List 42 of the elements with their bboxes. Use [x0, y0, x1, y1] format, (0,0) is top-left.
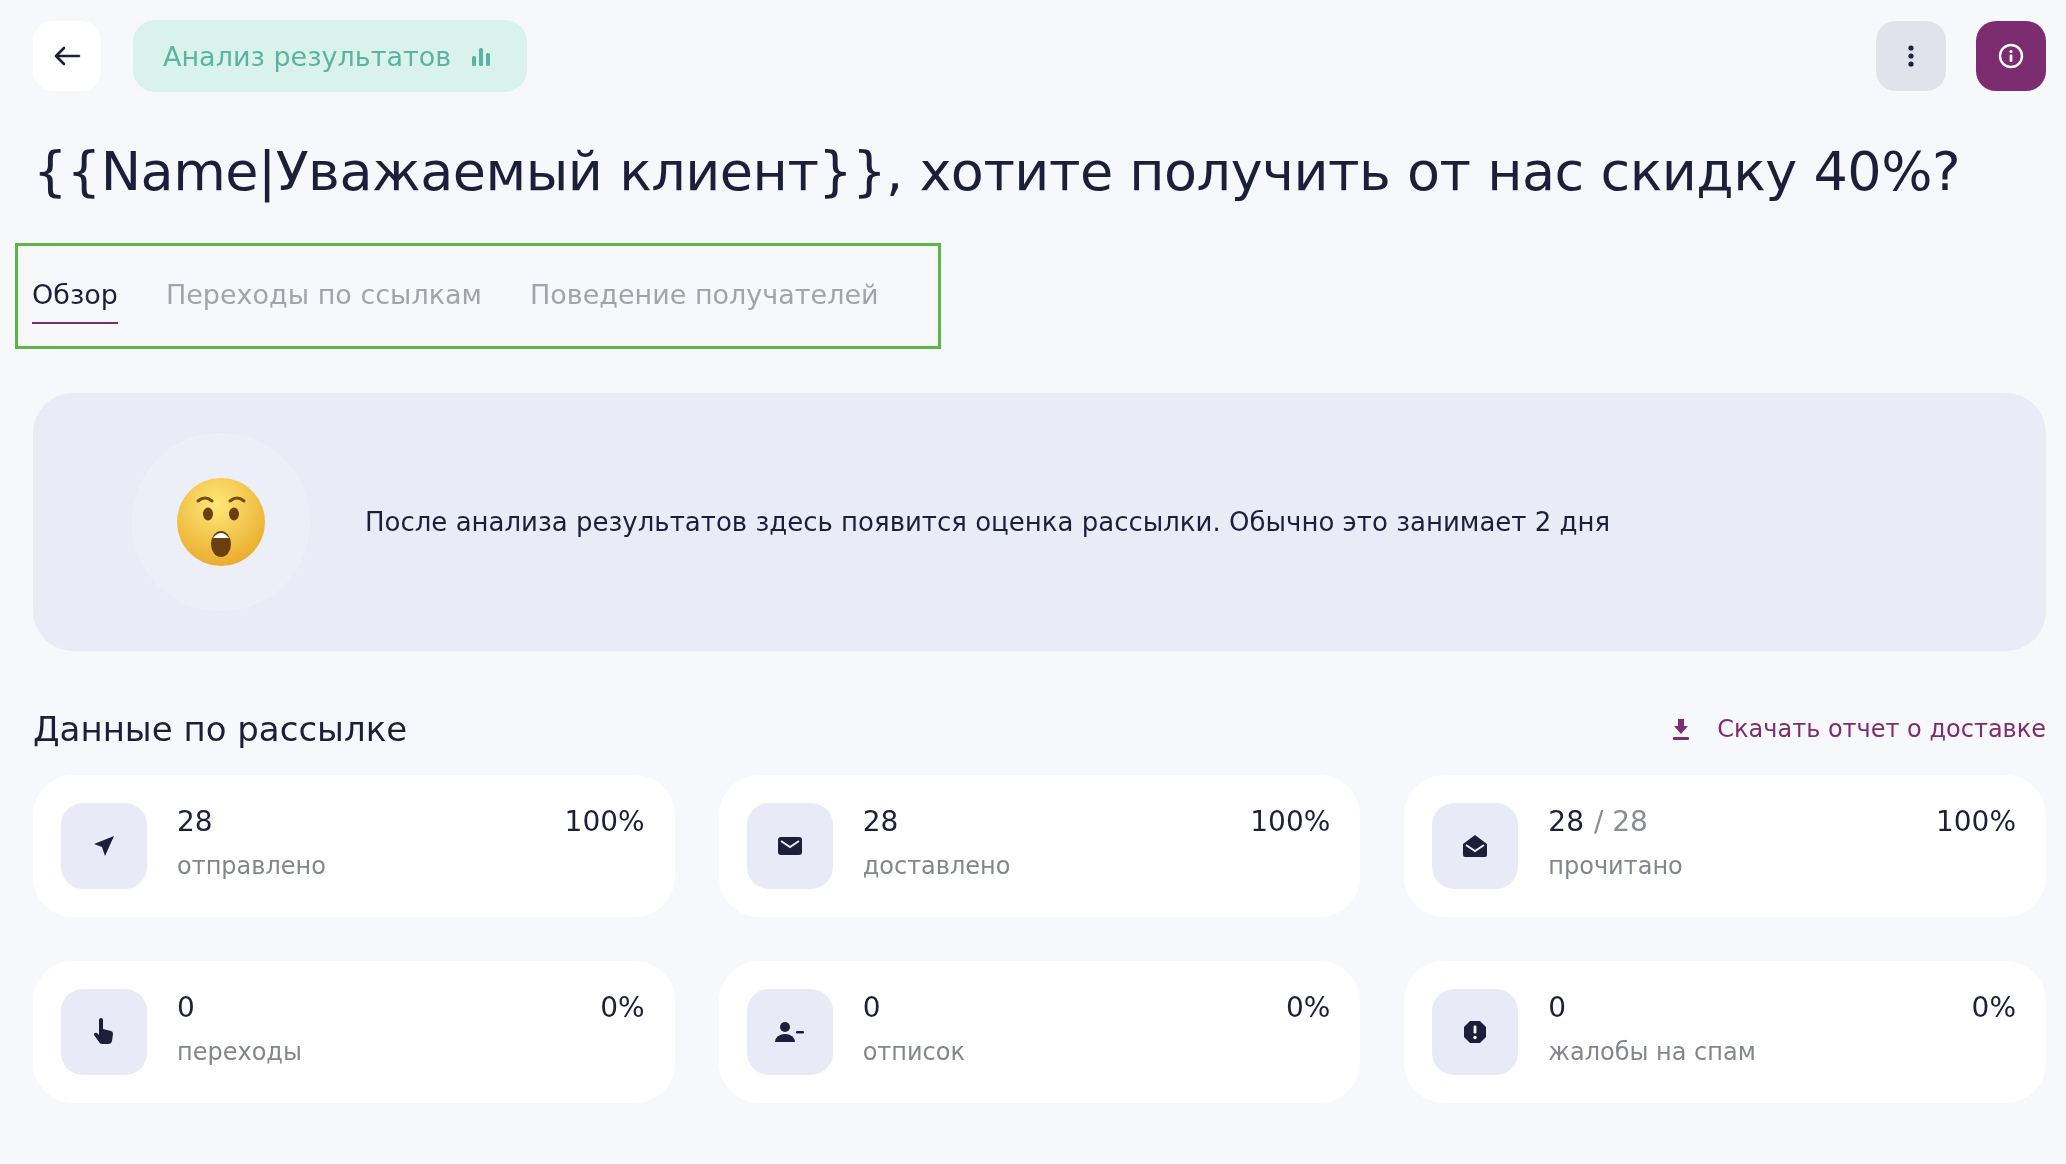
stat-value: 0 [862, 991, 881, 1024]
stat-total: / 28 [1593, 805, 1648, 838]
stat-label: отписок [862, 1038, 966, 1066]
stat-percent: 0% [1971, 991, 2016, 1024]
warning-octagon-icon [1463, 1020, 1488, 1044]
info-icon [1998, 43, 2024, 69]
stat-value: 28 [862, 805, 899, 838]
page-title: {{Name|Уважаемый клиент}}, хотите получить от нас скидку 40%? [33, 140, 1962, 203]
stat-value: 28 [1548, 805, 1584, 838]
stat-label: прочитано [1548, 852, 1684, 880]
stat-value: 28 [177, 805, 213, 838]
stat-percent: 100% [564, 805, 645, 838]
bar-chart-icon [471, 46, 492, 66]
analysis-badge[interactable]: Анализ результатов [133, 20, 528, 92]
stat-label: доставлено [862, 852, 1012, 880]
tab[interactable]: Обзор [32, 268, 118, 324]
stat-label: переходы [177, 1038, 303, 1066]
remove-user-icon [774, 1021, 805, 1043]
stat-percent: 0% [600, 991, 645, 1024]
stat-percent: 0% [1285, 991, 1331, 1024]
open-envelope-icon [1462, 834, 1489, 858]
notice-text: После анализа результатов здесь появится оценка рассылки. Обычно это занимает 2 дня [365, 507, 1611, 537]
pointing-hand-icon [92, 1018, 116, 1046]
stat-percent: 100% [1250, 805, 1331, 838]
more-vertical-icon [1907, 45, 1915, 67]
tab[interactable]: Поведение получателей [529, 268, 879, 324]
download-report-link[interactable]: Скачать отчет о доставке [1671, 715, 2046, 743]
stat-value: 0 [1548, 991, 1567, 1024]
stat-label: жалобы на спам [1548, 1038, 1757, 1066]
back-arrow-icon [53, 46, 81, 66]
section-title: Данные по рассылке [33, 709, 408, 749]
info-button[interactable] [1976, 21, 2046, 91]
badge-label: Анализ результатов [163, 40, 452, 72]
stat-value: 0 [177, 991, 195, 1024]
surprised-emoji-icon [176, 477, 266, 567]
tab[interactable]: Переходы по ссылкам [165, 268, 482, 324]
paper-plane-icon [92, 834, 116, 858]
stat-label: отправлено [177, 852, 327, 880]
stat-percent: 100% [1935, 805, 2016, 838]
back-button[interactable] [33, 21, 101, 91]
download-icon [1671, 718, 1692, 740]
envelope-icon [776, 836, 803, 856]
